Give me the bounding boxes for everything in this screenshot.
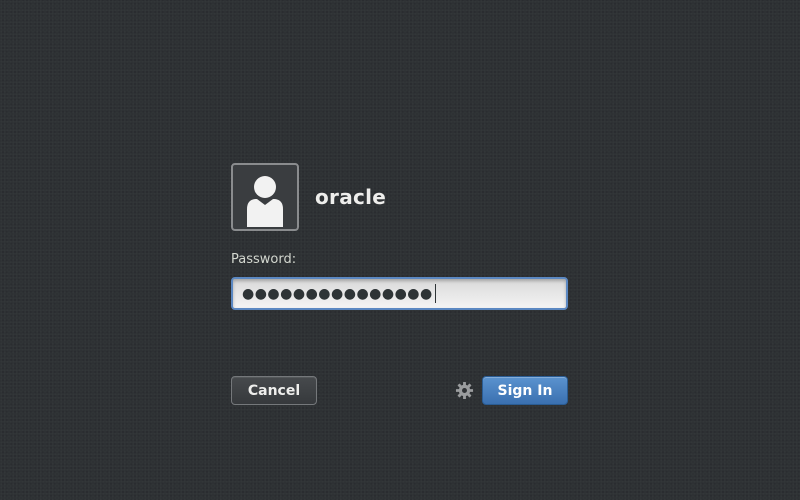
user-row: oracle (231, 163, 386, 231)
password-label: Password: (231, 252, 297, 267)
cancel-button[interactable]: Cancel (231, 376, 317, 405)
username: oracle (315, 185, 387, 209)
user-avatar (231, 163, 299, 231)
sign-in-button[interactable]: Sign In (482, 376, 568, 405)
gear-icon[interactable] (455, 381, 474, 400)
text-caret (434, 284, 436, 303)
password-field[interactable]: ●●●●●●●●●●●●●●● (231, 277, 568, 310)
password-dots: ●●●●●●●●●●●●●●● (242, 285, 433, 302)
login-dialog: oracle Password: ●●●●●●●●●●●●●●● Cancel … (231, 163, 568, 406)
user-silhouette-icon (247, 176, 283, 227)
